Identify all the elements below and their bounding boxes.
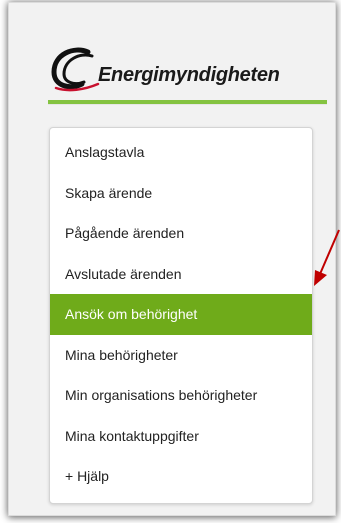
red-pointer-arrow-icon	[314, 229, 340, 286]
menu-item-mina-kontaktuppgifter[interactable]: Mina kontaktuppgifter	[50, 416, 312, 457]
menu-item-min-organisations-behorigheter[interactable]: Min organisations behörigheter	[50, 375, 312, 416]
menu-item-hjalp[interactable]: + Hjälp	[50, 456, 312, 497]
menu-item-skapa-arende[interactable]: Skapa ärende	[50, 173, 312, 214]
side-menu: Anslagstavla Skapa ärende Pågående ärend…	[49, 127, 313, 504]
menu-item-ansok-om-behorighet[interactable]: Ansök om behörighet	[50, 294, 312, 335]
menu-item-pagaende-arenden[interactable]: Pågående ärenden	[50, 213, 312, 254]
brand-name: Energimyndigheten	[98, 64, 280, 86]
swoosh-e-logo-icon	[51, 47, 100, 92]
menu-item-anslagstavla[interactable]: Anslagstavla	[50, 132, 312, 173]
menu-item-mina-behorigheter[interactable]: Mina behörigheter	[50, 335, 312, 376]
menu-item-avslutade-arenden[interactable]: Avslutade ärenden	[50, 254, 312, 295]
brand-underline-shadow	[48, 104, 327, 105]
site-header: Energimyndigheten	[38, 34, 326, 104]
